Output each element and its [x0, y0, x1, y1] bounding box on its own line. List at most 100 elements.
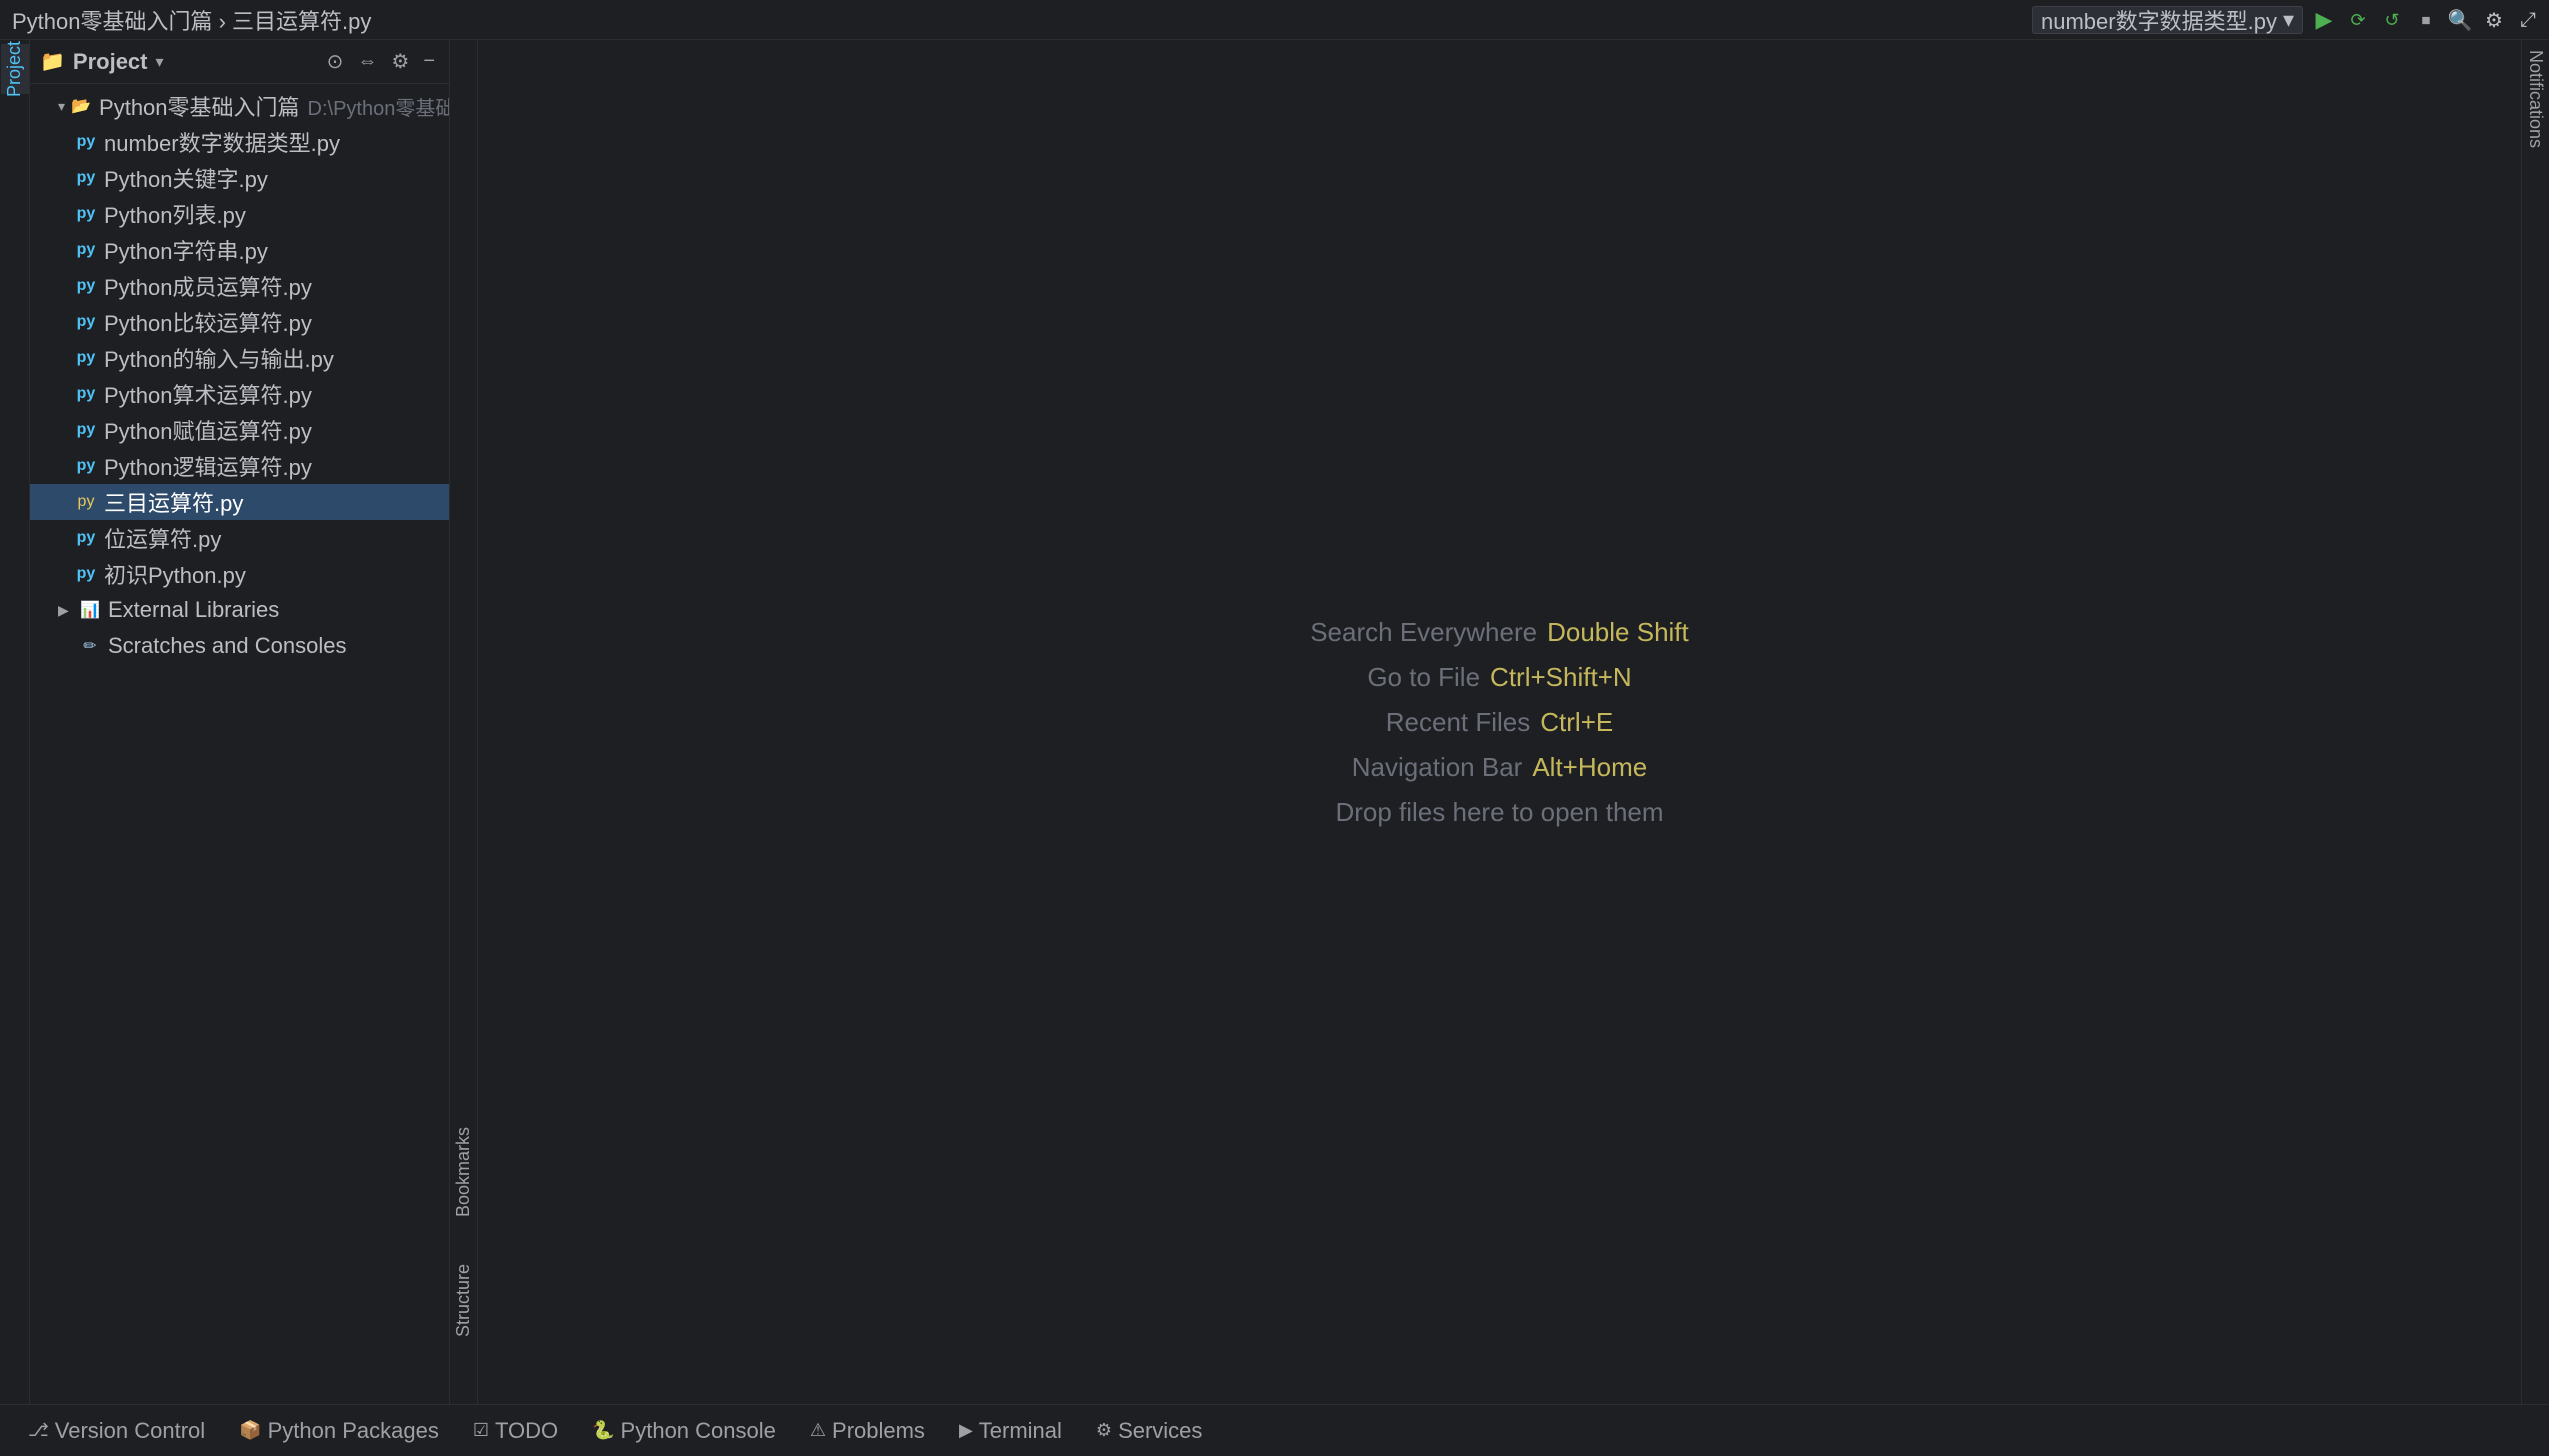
problems-label: Problems: [832, 1418, 925, 1444]
activity-project[interactable]: Project: [1, 44, 29, 94]
tab-version-control[interactable]: ⎇ Version Control: [14, 1414, 219, 1448]
py-icon-6: py: [74, 346, 98, 370]
sidebar-header: 📁 Project ▾ ⊙ ⇔ ⚙ −: [30, 40, 449, 84]
sidebar: 📁 Project ▾ ⊙ ⇔ ⚙ − ▾ 📂 Python零基础入门篇 D:\…: [30, 40, 450, 1404]
hint-goto-label: Go to File: [1367, 662, 1480, 693]
tab-python-console[interactable]: 🐍 Python Console: [578, 1414, 790, 1448]
py-icon-1: py: [74, 166, 98, 190]
tab-terminal[interactable]: ▶ Terminal: [945, 1414, 1076, 1448]
list-item-2[interactable]: py Python列表.py: [30, 196, 449, 232]
file-label-6: Python的输入与输出.py: [104, 342, 334, 374]
py-icon-0: py: [74, 130, 98, 154]
sidebar-scroll-from-source-btn[interactable]: ⊙: [323, 47, 348, 76]
hint-recent-files: Recent Files Ctrl+E: [1386, 707, 1613, 738]
hint-go-to-file: Go to File Ctrl+Shift+N: [1367, 662, 1631, 693]
notifications-bar: Notifications: [2521, 40, 2549, 1404]
structure-label[interactable]: Structure: [453, 1264, 474, 1344]
list-item-12[interactable]: py 初识Python.py: [30, 556, 449, 592]
maximize-button[interactable]: ⤢: [2515, 7, 2541, 33]
activity-bar: Project: [0, 40, 30, 1404]
hint-drop-label: Drop files here to open them: [1335, 797, 1663, 828]
list-item-3[interactable]: py Python字符串.py: [30, 232, 449, 268]
file-label-11: 位运算符.py: [104, 522, 221, 554]
tab-python-packages[interactable]: 📦 Python Packages: [225, 1414, 453, 1448]
bookmarks-label[interactable]: Bookmarks: [453, 1127, 474, 1224]
tab-todo[interactable]: ☑ TODO: [459, 1414, 572, 1448]
list-item-8[interactable]: py Python赋值运算符.py: [30, 412, 449, 448]
py-icon-2: py: [74, 202, 98, 226]
file-label-1: Python关键字.py: [104, 162, 268, 194]
stop-button[interactable]: ⏹: [2413, 7, 2439, 33]
todo-icon: ☑: [473, 1420, 489, 1441]
file-label-0: number数字数据类型.py: [104, 126, 340, 158]
py-icon-5: py: [74, 310, 98, 334]
main-layout: Project 📁 Project ▾ ⊙ ⇔ ⚙ − ▾ 📂 Python零基…: [0, 40, 2549, 1404]
run-config-dropdown[interactable]: number数字数据类型.py ▾: [2032, 6, 2303, 34]
problems-icon: ⚠: [810, 1420, 826, 1441]
tab-services[interactable]: ⚙ Services: [1082, 1414, 1217, 1448]
python-packages-icon: 📦: [239, 1420, 261, 1441]
terminal-icon: ▶: [959, 1420, 973, 1441]
version-control-label: Version Control: [55, 1418, 205, 1444]
run-again-button[interactable]: ⟳: [2345, 7, 2371, 33]
sidebar-collapse-btn[interactable]: ⇔: [353, 48, 381, 75]
ext-lib-label: External Libraries: [108, 597, 279, 623]
py-icon-3: py: [74, 238, 98, 262]
run-config-label: number数字数据类型.py: [2041, 4, 2277, 36]
sidebar-settings-btn[interactable]: ⚙: [387, 47, 413, 76]
sidebar-actions: ⊙ ⇔ ⚙ −: [323, 47, 439, 76]
folder-icon: 📁: [40, 49, 65, 74]
list-item-6[interactable]: py Python的输入与输出.py: [30, 340, 449, 376]
root-path: D:\Python零基础入门篇: [308, 92, 449, 121]
sidebar-hide-btn[interactable]: −: [419, 48, 439, 75]
list-item-4[interactable]: py Python成员运算符.py: [30, 268, 449, 304]
file-label-8: Python赋值运算符.py: [104, 414, 312, 446]
titlebar: Python零基础入门篇 › 三目运算符.py number数字数据类型.py …: [0, 0, 2549, 40]
notifications-label[interactable]: Notifications: [2525, 50, 2546, 155]
python-console-label: Python Console: [621, 1418, 776, 1444]
search-button[interactable]: 🔍: [2447, 7, 2473, 33]
tree-item-scratches[interactable]: ✏ Scratches and Consoles: [30, 628, 449, 664]
hint-recent-shortcut: Ctrl+E: [1540, 707, 1613, 738]
titlebar-right: number数字数据类型.py ▾ ▶ ⟳ ↺ ⏹ 🔍 ⚙ ⤢: [2032, 0, 2549, 40]
scratches-icon: ✏: [78, 634, 102, 658]
file-label-9: Python逻辑运算符.py: [104, 450, 312, 482]
python-console-icon: 🐍: [592, 1420, 614, 1441]
debug-with-coverage-button[interactable]: ↺: [2379, 7, 2405, 33]
tree-item-root[interactable]: ▾ 📂 Python零基础入门篇 D:\Python零基础入门篇: [30, 88, 449, 124]
file-label-3: Python字符串.py: [104, 234, 268, 266]
py-icon-8: py: [74, 418, 98, 442]
list-item-11[interactable]: py 位运算符.py: [30, 520, 449, 556]
list-item-1[interactable]: py Python关键字.py: [30, 160, 449, 196]
activity-project-label: Project: [4, 41, 25, 97]
settings-button[interactable]: ⚙: [2481, 7, 2507, 33]
py-icon-11: py: [74, 526, 98, 550]
file-label-2: Python列表.py: [104, 198, 246, 230]
py-icon-12: py: [74, 562, 98, 586]
list-item-10[interactable]: py 三目运算符.py: [30, 484, 449, 520]
tree-item-external-libraries[interactable]: ▶ 📊 External Libraries: [30, 592, 449, 628]
ext-lib-arrow: ▶: [58, 602, 74, 619]
list-item-9[interactable]: py Python逻辑运算符.py: [30, 448, 449, 484]
tab-problems[interactable]: ⚠ Problems: [796, 1414, 939, 1448]
list-item-5[interactable]: py Python比较运算符.py: [30, 304, 449, 340]
list-item-7[interactable]: py Python算术运算符.py: [30, 376, 449, 412]
hint-nav-shortcut: Alt+Home: [1532, 752, 1647, 783]
editor-area: Search Everywhere Double Shift Go to Fil…: [478, 40, 2521, 1404]
scratches-label: Scratches and Consoles: [108, 633, 346, 659]
py-icon-7: py: [74, 382, 98, 406]
hint-nav-bar: Navigation Bar Alt+Home: [1352, 752, 1647, 783]
version-control-icon: ⎇: [28, 1420, 49, 1441]
file-label-7: Python算术运算符.py: [104, 378, 312, 410]
root-arrow: ▾: [58, 98, 65, 115]
hint-drop-files: Drop files here to open them: [1335, 797, 1663, 828]
py-icon-9: py: [74, 454, 98, 478]
left-side-labels: Bookmarks Structure: [450, 40, 478, 1404]
list-item-0[interactable]: py number数字数据类型.py: [30, 124, 449, 160]
hint-goto-shortcut: Ctrl+Shift+N: [1490, 662, 1632, 693]
services-icon: ⚙: [1096, 1420, 1112, 1441]
run-button[interactable]: ▶: [2311, 7, 2337, 33]
root-folder-icon: 📂: [69, 94, 93, 118]
hint-search-everywhere: Search Everywhere Double Shift: [1310, 617, 1689, 648]
project-dropdown-arrow[interactable]: ▾: [156, 52, 164, 72]
